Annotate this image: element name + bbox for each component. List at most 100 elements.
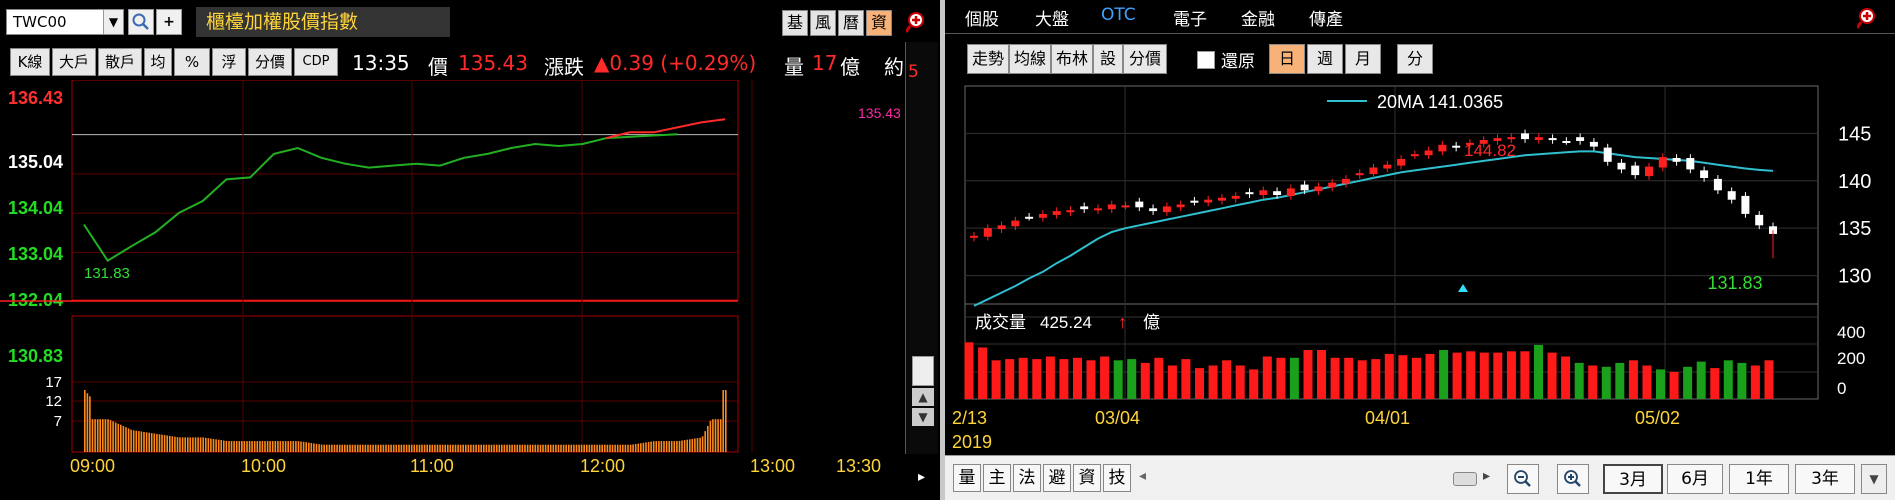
volume-bar — [598, 444, 601, 452]
volume-bar — [1710, 368, 1720, 399]
volume-bar — [1737, 362, 1747, 399]
volume-bar — [235, 441, 238, 452]
mode-kline-button[interactable]: K線 — [10, 48, 50, 76]
candle-body — [1259, 190, 1268, 195]
bottom-tab-tech[interactable]: 技 — [1103, 464, 1131, 492]
tab-traditional[interactable]: 傳產 — [1309, 5, 1343, 30]
mode-float-button[interactable]: 浮 — [212, 48, 246, 76]
ma-button[interactable]: 均線 — [1009, 44, 1051, 74]
range-3y-button[interactable]: 3年 — [1795, 464, 1855, 494]
zoom-out-icon[interactable] — [1507, 464, 1539, 494]
scroll-up-icon[interactable]: ▲ — [912, 388, 934, 406]
add-icon[interactable]: + — [156, 9, 182, 35]
volume-value: 17 — [812, 51, 838, 75]
volume-bar — [300, 441, 302, 452]
volume-bar — [516, 444, 519, 452]
settings-button[interactable]: 設 — [1093, 44, 1123, 74]
tool-info-button[interactable]: 資 — [866, 10, 892, 36]
period-minute-button[interactable]: 分 — [1397, 44, 1433, 74]
volume-bar — [547, 444, 549, 452]
scroll-down-icon[interactable]: ▼ — [912, 408, 934, 426]
volume-bar — [1561, 356, 1571, 399]
volume-bar — [606, 444, 609, 452]
candle-body — [1645, 166, 1653, 177]
chevron-right-icon[interactable]: ▸ — [1483, 468, 1490, 484]
volume-bar — [138, 431, 140, 452]
mode-percent-button[interactable]: % — [174, 48, 210, 76]
bottom-tab-margin[interactable]: 資 — [1073, 464, 1101, 492]
volume-bar — [689, 439, 691, 452]
side-mark: 5 — [908, 62, 919, 82]
tab-otc[interactable]: OTC — [1101, 5, 1136, 25]
volume-bar — [493, 444, 495, 452]
tool-calendar-button[interactable]: 曆 — [838, 10, 864, 36]
volume-bar — [1262, 356, 1272, 399]
volume-bar — [1425, 353, 1435, 399]
volume-axis-label: 200 — [1837, 349, 1865, 368]
volume-bar — [1642, 365, 1652, 399]
volume-bar — [521, 444, 524, 452]
x-label: 05/02 — [1635, 408, 1680, 428]
scroll-thumb[interactable] — [912, 356, 934, 386]
bottom-tab-legal[interactable]: 法 — [1013, 464, 1041, 492]
price-dist-button[interactable]: 分價 — [1123, 44, 1167, 74]
tool-fundamental-button[interactable]: 基 — [782, 10, 808, 36]
bollinger-button[interactable]: 布林 — [1051, 44, 1093, 74]
range-6m-button[interactable]: 6月 — [1667, 464, 1723, 494]
scroll-thumb[interactable] — [1453, 472, 1477, 486]
candle-body — [1521, 133, 1529, 140]
search-icon[interactable] — [128, 9, 154, 35]
mode-price-dist-button[interactable]: 分價 — [248, 48, 292, 76]
period-week-button[interactable]: 週 — [1307, 44, 1343, 74]
tab-market[interactable]: 大盤 — [1035, 5, 1069, 30]
chevron-right-icon[interactable]: ▸ — [905, 456, 938, 498]
mode-major-button[interactable]: 大戶 — [52, 48, 96, 76]
volume-bar — [297, 441, 300, 452]
period-day-button[interactable]: 日 — [1269, 44, 1305, 74]
tool-wind-button[interactable]: 風 — [810, 10, 836, 36]
zoom-in-icon[interactable] — [1857, 6, 1881, 30]
tab-stock[interactable]: 個股 — [965, 5, 999, 30]
bottom-tab-main[interactable]: 主 — [983, 464, 1011, 492]
intraday-panel: TWC00 ▼ + 櫃檯加權股價指數 基 風 曆 資 K線 大戶 散戶 均 % … — [0, 0, 940, 500]
chevron-down-icon[interactable]: ▼ — [1861, 464, 1887, 494]
candle-body — [1231, 195, 1240, 199]
volume-bar — [503, 444, 506, 452]
trend-button[interactable]: 走勢 — [967, 44, 1009, 74]
volume-bar — [184, 437, 186, 452]
chevron-down-icon[interactable]: ▼ — [103, 10, 123, 34]
range-1y-button[interactable]: 1年 — [1729, 464, 1789, 494]
period-month-button[interactable]: 月 — [1345, 44, 1381, 74]
chevron-left-icon[interactable]: ◂ — [1139, 468, 1146, 484]
candle-body — [1149, 208, 1158, 212]
candle-body — [1603, 147, 1612, 162]
volume-bar — [192, 437, 194, 452]
tab-electronics[interactable]: 電子 — [1173, 5, 1207, 30]
bottom-tab-hedge[interactable]: 避 — [1043, 464, 1071, 492]
volume-bar — [248, 441, 251, 452]
volume-bar — [377, 444, 380, 452]
volume-bar — [616, 444, 619, 452]
volume-bar — [112, 421, 114, 452]
zoom-in-icon[interactable] — [1557, 464, 1589, 494]
volume-bar — [1330, 357, 1340, 399]
restore-checkbox[interactable] — [1197, 51, 1215, 69]
tab-finance[interactable]: 金融 — [1241, 5, 1275, 30]
range-3m-button[interactable]: 3月 — [1603, 464, 1663, 494]
change-value: ▲0.39 (+0.29%) — [594, 51, 757, 75]
volume-bar — [392, 444, 395, 452]
mode-retail-button[interactable]: 散戶 — [98, 48, 142, 76]
volume-bar — [683, 440, 686, 452]
volume-bar — [225, 440, 228, 452]
candle-body — [1507, 137, 1516, 140]
volume-bar — [1005, 359, 1015, 399]
volume-bar — [475, 444, 477, 452]
zoom-in-icon[interactable] — [906, 10, 930, 34]
bottom-tab-volume[interactable]: 量 — [953, 464, 981, 492]
volume-bar — [86, 393, 89, 452]
mode-avg-button[interactable]: 均 — [144, 48, 172, 76]
volume-bar — [637, 443, 640, 452]
price-label: 價 — [428, 55, 448, 79]
ticker-combo[interactable]: TWC00 ▼ — [6, 9, 124, 35]
mode-cdp-button[interactable]: CDP — [294, 48, 338, 76]
